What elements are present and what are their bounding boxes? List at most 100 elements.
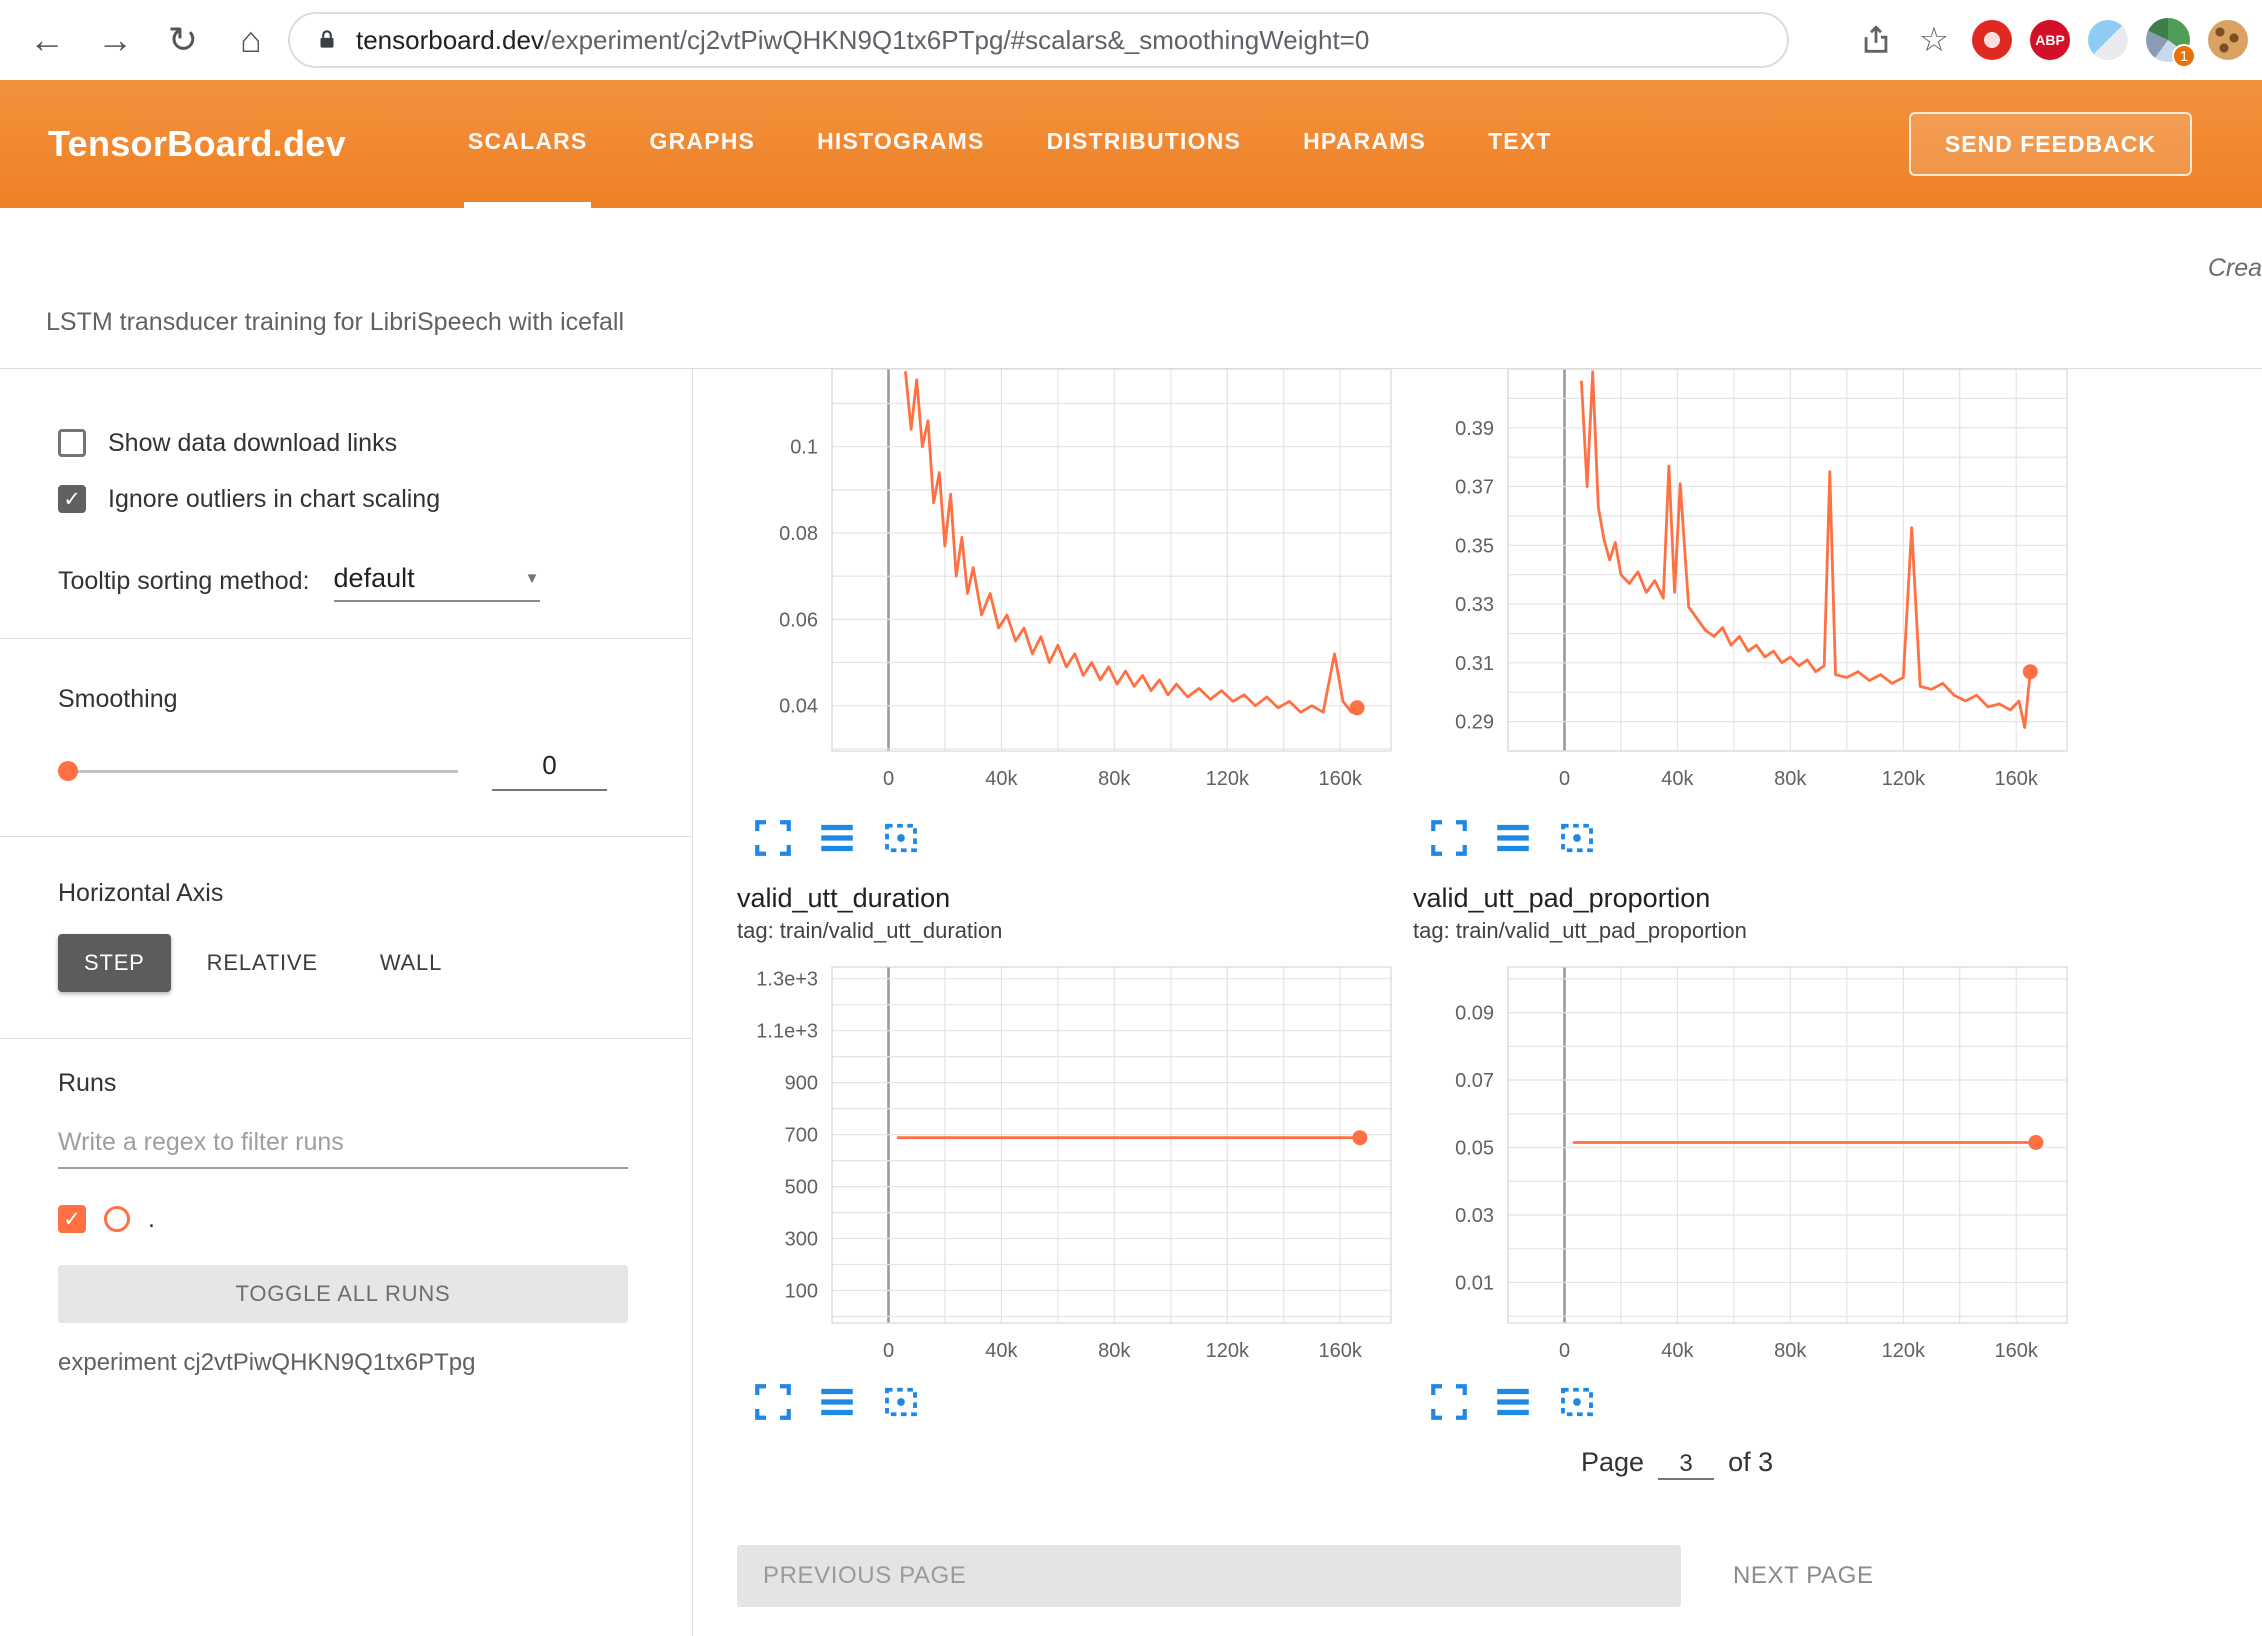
svg-text:100: 100 bbox=[785, 1281, 818, 1303]
abp-extension-icon[interactable]: ABP bbox=[2030, 20, 2070, 60]
ignore-outliers-checkbox[interactable]: ✓ bbox=[58, 485, 86, 513]
chart-valid-utt-duration[interactable]: 1003005007009001.1e+31.3e+3040k80k120k16… bbox=[737, 957, 1397, 1371]
page-of-label: of 3 bbox=[1728, 1447, 1773, 1478]
axis-relative-button[interactable]: RELATIVE bbox=[181, 934, 344, 992]
fullscreen-icon[interactable] bbox=[752, 817, 794, 859]
brand-title[interactable]: TensorBoard.dev bbox=[48, 123, 346, 165]
extension-icon[interactable] bbox=[2088, 20, 2128, 60]
run-checkbox[interactable]: ✓ bbox=[58, 1205, 86, 1233]
fullscreen-icon[interactable] bbox=[752, 1381, 794, 1423]
svg-text:0: 0 bbox=[1559, 768, 1570, 790]
svg-text:120k: 120k bbox=[1882, 768, 1926, 790]
fit-domain-icon[interactable] bbox=[880, 817, 922, 859]
svg-text:0.35: 0.35 bbox=[1455, 535, 1494, 557]
fit-domain-icon[interactable] bbox=[880, 1381, 922, 1423]
menu-lines-icon[interactable] bbox=[816, 1381, 858, 1423]
browser-toolbar-icons: ☆ ABP 1 bbox=[1856, 0, 2248, 80]
pagination: Page of 3 bbox=[1581, 1447, 1773, 1480]
share-icon[interactable] bbox=[1856, 20, 1896, 60]
settings-sidebar: Show data download links ✓ Ignore outlie… bbox=[0, 369, 693, 1636]
svg-text:300: 300 bbox=[785, 1229, 818, 1251]
tab-text[interactable]: TEXT bbox=[1484, 80, 1556, 208]
chart-top-left[interactable]: 0.040.060.080.1040k80k120k160k bbox=[737, 369, 1397, 799]
tab-hparams[interactable]: HPARAMS bbox=[1299, 80, 1430, 208]
tab-distributions[interactable]: DISTRIBUTIONS bbox=[1043, 80, 1246, 208]
horizontal-axis-label: Horizontal Axis bbox=[58, 879, 652, 908]
chart-valid-utt-pad-proportion[interactable]: 0.010.030.050.070.09040k80k120k160k bbox=[1413, 957, 2073, 1371]
experiment-caption: experiment cj2vtPiwQHKN9Q1tx6PTpg bbox=[58, 1349, 652, 1377]
svg-text:40k: 40k bbox=[1661, 768, 1694, 790]
cookie-icon[interactable] bbox=[2208, 20, 2248, 60]
url-bar[interactable]: tensorboard.dev/experiment/cj2vtPiwQHKN9… bbox=[288, 12, 1789, 68]
bookmark-star-icon[interactable]: ☆ bbox=[1914, 20, 1954, 60]
svg-text:80k: 80k bbox=[1098, 768, 1131, 790]
fullscreen-icon[interactable] bbox=[1428, 817, 1470, 859]
tab-histograms[interactable]: HISTOGRAMS bbox=[813, 80, 988, 208]
chart-toolbar bbox=[1428, 1381, 1598, 1423]
svg-text:160k: 160k bbox=[1319, 1340, 1363, 1362]
svg-text:160k: 160k bbox=[1319, 768, 1363, 790]
tab-scalars[interactable]: SCALARS bbox=[464, 80, 592, 208]
reload-icon[interactable]: ↻ bbox=[162, 19, 204, 61]
axis-step-button[interactable]: STEP bbox=[58, 934, 171, 992]
back-icon[interactable]: ← bbox=[26, 19, 68, 61]
fit-domain-icon[interactable] bbox=[1556, 817, 1598, 859]
menu-lines-icon[interactable] bbox=[1492, 1381, 1534, 1423]
axis-button-group: STEP RELATIVE WALL bbox=[58, 934, 652, 992]
previous-page-button[interactable]: PREVIOUS PAGE bbox=[737, 1545, 1681, 1607]
svg-text:0: 0 bbox=[883, 1340, 894, 1362]
general-settings-section: Show data download links ✓ Ignore outlie… bbox=[0, 369, 692, 639]
tab-graphs[interactable]: GRAPHS bbox=[645, 80, 759, 208]
svg-text:0.05: 0.05 bbox=[1455, 1138, 1494, 1160]
menu-lines-icon[interactable] bbox=[1492, 817, 1534, 859]
svg-text:80k: 80k bbox=[1774, 768, 1807, 790]
svg-text:120k: 120k bbox=[1206, 768, 1250, 790]
send-feedback-button[interactable]: SEND FEEDBACK bbox=[1909, 112, 2192, 176]
smoothing-value-input[interactable]: 0 bbox=[492, 750, 607, 791]
run-color-circle[interactable] bbox=[104, 1206, 130, 1232]
slider-thumb[interactable] bbox=[58, 761, 78, 781]
smoothing-label: Smoothing bbox=[58, 685, 652, 714]
show-download-links-checkbox[interactable] bbox=[58, 429, 86, 457]
fullscreen-icon[interactable] bbox=[1428, 1381, 1470, 1423]
show-download-links-row: Show data download links bbox=[58, 423, 652, 463]
browser-chrome: ← → ↻ ⌂ tensorboard.dev/experiment/cj2vt… bbox=[0, 0, 2262, 80]
svg-text:120k: 120k bbox=[1206, 1340, 1250, 1362]
axis-wall-button[interactable]: WALL bbox=[354, 934, 468, 992]
fit-domain-icon[interactable] bbox=[1556, 1381, 1598, 1423]
svg-text:0.09: 0.09 bbox=[1455, 1003, 1494, 1025]
profile-avatar[interactable]: 1 bbox=[2146, 18, 2190, 62]
smoothing-slider-row: 0 bbox=[58, 750, 652, 791]
horizontal-axis-section: Horizontal Axis STEP RELATIVE WALL bbox=[0, 837, 692, 1039]
page-number-input[interactable] bbox=[1658, 1450, 1714, 1480]
svg-text:0.33: 0.33 bbox=[1455, 594, 1494, 616]
ignore-outliers-row: ✓ Ignore outliers in chart scaling bbox=[58, 479, 652, 519]
adblock-extension-icon[interactable] bbox=[1972, 20, 2012, 60]
tooltip-sorting-dropdown[interactable]: default ▼ bbox=[334, 563, 540, 602]
svg-text:700: 700 bbox=[785, 1125, 818, 1147]
svg-text:0: 0 bbox=[1559, 1340, 1570, 1362]
runs-filter-input[interactable] bbox=[58, 1124, 628, 1169]
next-page-button[interactable]: NEXT PAGE bbox=[1713, 1545, 1894, 1607]
svg-text:120k: 120k bbox=[1882, 1340, 1926, 1362]
svg-text:1.1e+3: 1.1e+3 bbox=[756, 1021, 818, 1043]
runs-label: Runs bbox=[58, 1069, 652, 1098]
svg-text:1.3e+3: 1.3e+3 bbox=[756, 969, 818, 991]
chart-title: valid_utt_duration bbox=[737, 881, 1002, 915]
chart-title: valid_utt_pad_proportion bbox=[1413, 881, 1747, 915]
chart-top-right[interactable]: 0.290.310.330.350.370.39040k80k120k160k bbox=[1413, 369, 2073, 799]
smoothing-slider[interactable] bbox=[58, 751, 458, 791]
chart-toolbar bbox=[752, 817, 922, 859]
toggle-all-runs-button[interactable]: TOGGLE ALL RUNS bbox=[58, 1265, 628, 1323]
content: Show data download links ✓ Ignore outlie… bbox=[0, 368, 2262, 1636]
svg-text:0.04: 0.04 bbox=[779, 696, 818, 718]
tooltip-sorting-value: default bbox=[334, 563, 415, 594]
svg-text:0.07: 0.07 bbox=[1455, 1070, 1494, 1092]
chart-tag: tag: train/valid_utt_pad_proportion bbox=[1413, 915, 1747, 947]
home-icon[interactable]: ⌂ bbox=[230, 19, 272, 61]
notification-badge: 1 bbox=[2172, 44, 2196, 68]
svg-text:500: 500 bbox=[785, 1177, 818, 1199]
clipped-created-text: Crea bbox=[2208, 254, 2262, 283]
menu-lines-icon[interactable] bbox=[816, 817, 858, 859]
forward-icon[interactable]: → bbox=[94, 19, 136, 61]
